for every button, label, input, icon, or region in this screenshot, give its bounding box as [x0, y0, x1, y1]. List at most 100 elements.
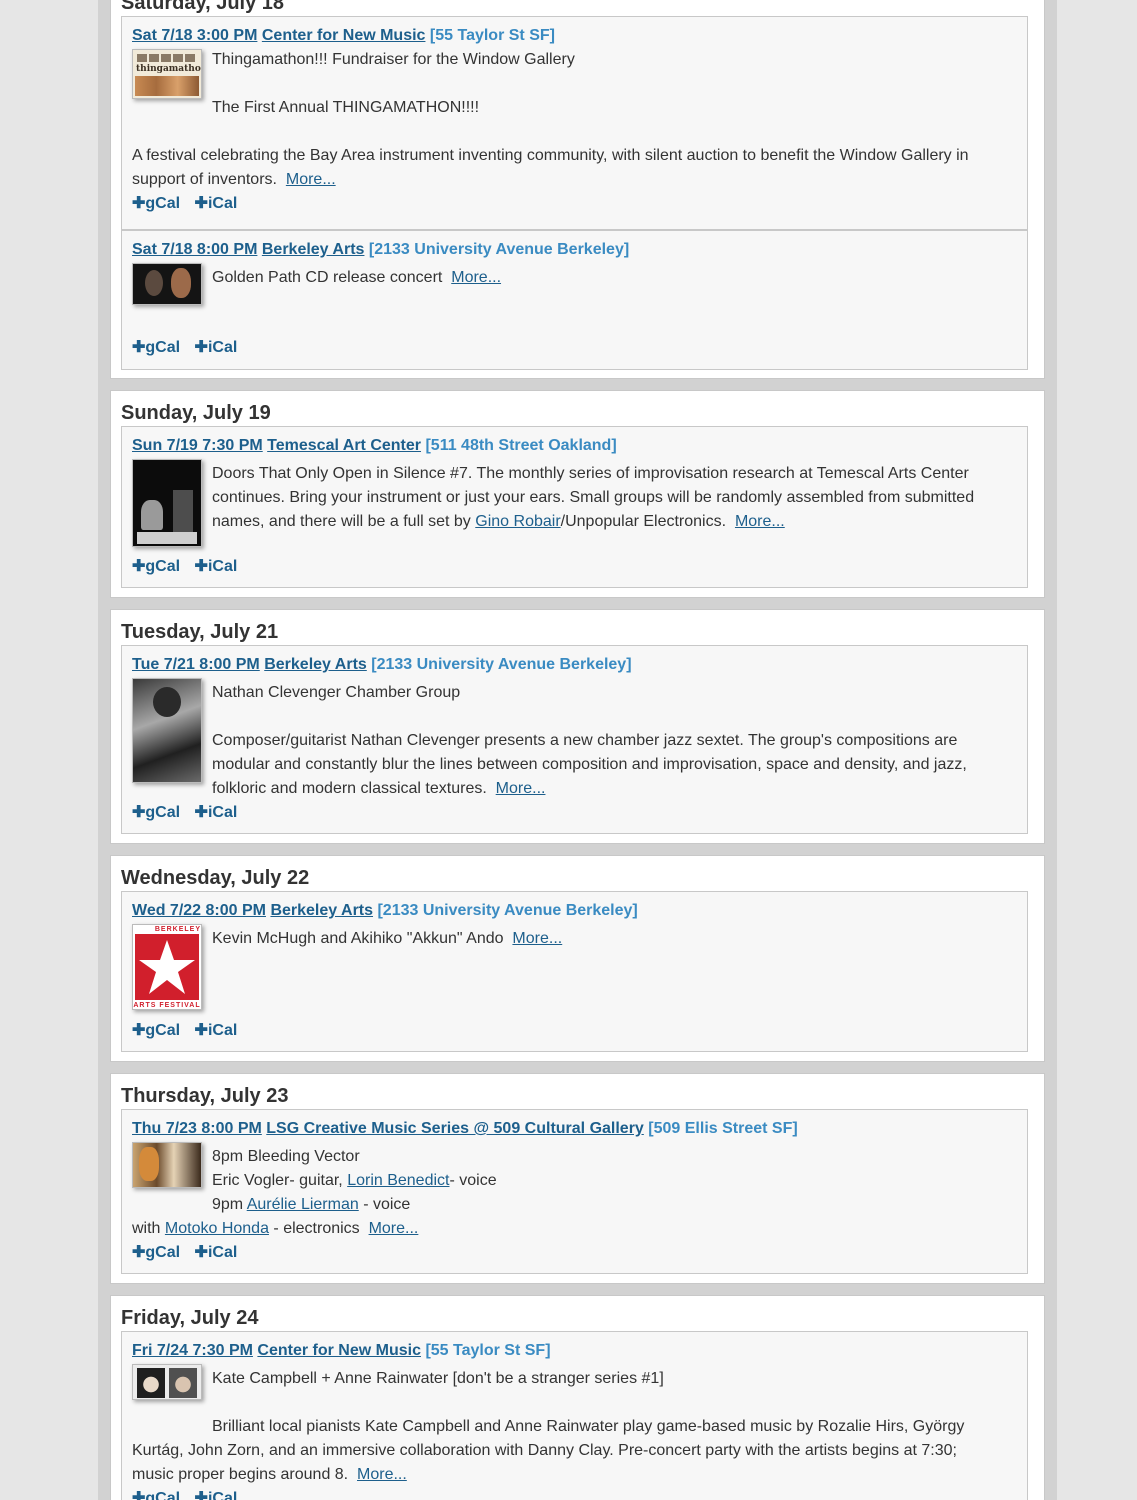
- event-datetime-link[interactable]: Sun 7/19 7:30 PM: [132, 437, 263, 454]
- artist-link[interactable]: Aurélie Lierman: [247, 1196, 359, 1213]
- event-datetime-link[interactable]: Thu 7/23 8:00 PM: [132, 1120, 262, 1137]
- venue-address: [509 Ellis Street SF]: [648, 1120, 798, 1137]
- gcal-label: gCal: [145, 195, 181, 212]
- event-description-text: with: [132, 1220, 161, 1237]
- event-card: Sun 7/19 7:30 PM Temescal Art Center [51…: [121, 426, 1028, 588]
- event-thumbnail[interactable]: [132, 1364, 202, 1400]
- gcal-button[interactable]: ✚gCal: [132, 558, 180, 575]
- venue-link[interactable]: Berkeley Arts: [264, 656, 367, 673]
- ical-button[interactable]: ✚iCal: [195, 558, 238, 575]
- event-description-line: Kurtág, John Zorn, and an immersive coll…: [132, 1442, 957, 1459]
- more-link[interactable]: More...: [735, 513, 785, 530]
- artist-link[interactable]: Lorin Benedict: [347, 1172, 449, 1189]
- gcal-button[interactable]: ✚gCal: [132, 804, 180, 821]
- thumbnail-figure: [171, 268, 191, 298]
- venue-link[interactable]: LSG Creative Music Series @ 509 Cultural…: [266, 1120, 644, 1137]
- event-datetime-link[interactable]: Wed 7/22 8:00 PM: [132, 902, 266, 919]
- event-thumbnail[interactable]: [132, 459, 202, 547]
- gcal-button[interactable]: ✚gCal: [132, 1490, 180, 1500]
- plus-icon: ✚: [132, 804, 146, 821]
- more-link[interactable]: More...: [451, 269, 501, 286]
- day-section-sunday: Sunday, July 19 Sun 7/19 7:30 PM Temesca…: [110, 390, 1045, 598]
- day-section-thursday: Thursday, July 23 Thu 7/23 8:00 PM LSG C…: [110, 1073, 1045, 1284]
- event-description-line: modular and constantly blur the lines be…: [212, 756, 967, 773]
- gcal-button[interactable]: ✚gCal: [132, 1022, 180, 1039]
- event-datetime-link[interactable]: Sat 7/18 3:00 PM: [132, 27, 257, 44]
- event-header: Tue 7/21 8:00 PM Berkeley Arts [2133 Uni…: [132, 654, 632, 676]
- event-description-last-line: with Motoko Honda - electronics More...: [132, 1217, 418, 1241]
- more-link[interactable]: More...: [369, 1220, 419, 1237]
- plus-icon: ✚: [132, 339, 146, 356]
- star-icon: [139, 940, 195, 994]
- calendar-links: ✚gCal ✚iCal: [132, 1019, 247, 1043]
- ical-button[interactable]: ✚iCal: [195, 195, 238, 212]
- gcal-label: gCal: [145, 1244, 181, 1261]
- artist-link[interactable]: Motoko Honda: [165, 1220, 269, 1237]
- plus-icon: ✚: [132, 1490, 146, 1500]
- venue-link[interactable]: Center for New Music: [257, 1342, 421, 1359]
- event-description-line: Composer/guitarist Nathan Clevenger pres…: [212, 732, 958, 749]
- ical-button[interactable]: ✚iCal: [195, 1022, 238, 1039]
- event-datetime-link[interactable]: Fri 7/24 7:30 PM: [132, 1342, 253, 1359]
- ical-button[interactable]: ✚iCal: [195, 1490, 238, 1500]
- more-link[interactable]: More...: [286, 171, 336, 188]
- ical-label: iCal: [207, 1490, 238, 1500]
- event-thumbnail[interactable]: [132, 678, 202, 783]
- event-description-last-line: Golden Path CD release concert More...: [212, 266, 501, 290]
- more-link[interactable]: More...: [496, 780, 546, 797]
- day-section-friday: Friday, July 24 Fri 7/24 7:30 PM Center …: [110, 1295, 1045, 1500]
- artist-link[interactable]: Gino Robair: [475, 513, 560, 530]
- event-thumbnail[interactable]: thingamathon: [132, 49, 202, 99]
- ical-button[interactable]: ✚iCal: [195, 804, 238, 821]
- ical-button[interactable]: ✚iCal: [195, 339, 238, 356]
- event-thumbnail[interactable]: BERKELEY ARTS FESTIVAL: [132, 924, 202, 1010]
- event-header: Fri 7/24 7:30 PM Center for New Music [5…: [132, 1340, 551, 1362]
- event-description-text: - voice: [358, 1196, 411, 1213]
- calendar-links: ✚gCal ✚iCal: [132, 1241, 247, 1265]
- event-card: Tue 7/21 8:00 PM Berkeley Arts [2133 Uni…: [121, 645, 1028, 834]
- event-thumbnail[interactable]: [132, 263, 202, 305]
- ical-label: iCal: [207, 804, 238, 821]
- thumbnail-figure: [145, 270, 163, 296]
- event-datetime-link[interactable]: Sat 7/18 8:00 PM: [132, 241, 257, 258]
- event-description-line: Kate Campbell + Anne Rainwater [don't be…: [212, 1370, 664, 1387]
- event-description-text: - electronics: [268, 1220, 360, 1237]
- day-title: Friday, July 24: [121, 1307, 259, 1329]
- calendar-links: ✚gCal ✚iCal: [132, 336, 247, 360]
- thumbnail-floor: [137, 532, 197, 544]
- plus-icon: ✚: [132, 558, 146, 575]
- day-title: Sunday, July 19: [121, 402, 271, 424]
- calendar-links: ✚gCal ✚iCal: [132, 192, 247, 216]
- thumbnail-figure: [141, 500, 163, 530]
- plus-icon: ✚: [194, 804, 208, 821]
- plus-icon: ✚: [194, 1022, 208, 1039]
- ical-label: iCal: [207, 1244, 238, 1261]
- venue-link[interactable]: Berkeley Arts: [270, 902, 373, 919]
- event-header: Wed 7/22 8:00 PM Berkeley Arts [2133 Uni…: [132, 900, 638, 922]
- day-title: Saturday, July 18: [121, 0, 285, 14]
- more-link[interactable]: More...: [357, 1466, 407, 1483]
- venue-address: [55 Taylor St SF]: [429, 27, 555, 44]
- calendar-links: ✚gCal ✚iCal: [132, 555, 247, 579]
- event-datetime-link[interactable]: Tue 7/21 8:00 PM: [132, 656, 260, 673]
- ical-button[interactable]: ✚iCal: [195, 1244, 238, 1261]
- event-thumbnail[interactable]: [132, 1142, 202, 1188]
- venue-link[interactable]: Berkeley Arts: [262, 241, 365, 258]
- more-link[interactable]: More...: [512, 930, 562, 947]
- plus-icon: ✚: [194, 339, 208, 356]
- event-description-line-3: 9pm Aurélie Lierman - voice: [212, 1193, 410, 1217]
- event-description-line: music proper begins around 8.: [132, 1466, 349, 1483]
- gcal-button[interactable]: ✚gCal: [132, 1244, 180, 1261]
- venue-address: [2133 University Avenue Berkeley]: [371, 656, 632, 673]
- event-card: Wed 7/22 8:00 PM Berkeley Arts [2133 Uni…: [121, 891, 1028, 1052]
- gcal-button[interactable]: ✚gCal: [132, 339, 180, 356]
- event-description-line: 8pm Bleeding Vector: [212, 1148, 360, 1165]
- calendar-links: ✚gCal ✚iCal: [132, 801, 247, 825]
- event-description-last-line: support of inventors. More...: [132, 168, 336, 192]
- gcal-button[interactable]: ✚gCal: [132, 195, 180, 212]
- event-description-text: /Unpopular Electronics.: [560, 513, 727, 530]
- venue-address: [55 Taylor St SF]: [425, 1342, 551, 1359]
- venue-link[interactable]: Center for New Music: [262, 27, 426, 44]
- venue-link[interactable]: Temescal Art Center: [267, 437, 421, 454]
- event-header: Sun 7/19 7:30 PM Temescal Art Center [51…: [132, 435, 617, 457]
